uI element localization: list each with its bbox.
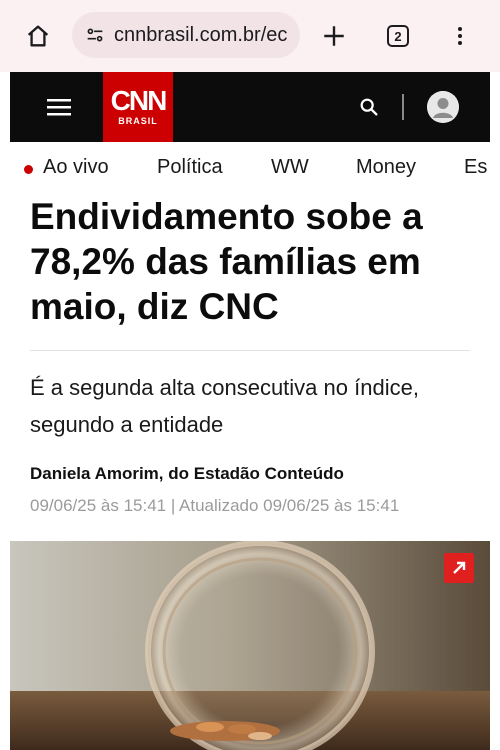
user-avatar-button[interactable] — [427, 91, 459, 123]
tab-count: 2 — [394, 28, 402, 44]
article-subtitle: É a segunda alta consecutiva no índice, … — [30, 375, 419, 437]
article-headline: Endividamento sobe a 78,2% das famílias … — [30, 196, 423, 327]
browser-toolbar: cnnbrasil.com.br/ec 2 — [0, 0, 500, 72]
cnn-brasil-logo[interactable]: CNN BRASIL — [103, 72, 173, 142]
logo-sub-text: BRASIL — [118, 116, 158, 126]
more-vert-icon — [458, 27, 462, 45]
nav-item-esportes[interactable]: Es — [464, 156, 487, 179]
search-button[interactable] — [356, 94, 382, 120]
browser-menu-button[interactable] — [442, 18, 478, 54]
search-icon — [360, 98, 378, 116]
headline-divider — [30, 350, 470, 351]
nav-item-politica[interactable]: Política — [157, 156, 223, 179]
article-byline[interactable]: Daniela Amorim, do Estadão Conteúdo — [30, 464, 344, 484]
jar-of-coins-image — [10, 541, 490, 750]
article-dateline: 09/06/25 às 15:41 | Atualizado 09/06/25 … — [30, 496, 400, 515]
live-indicator-icon — [24, 165, 33, 174]
section-nav: Ao vivo Política WW Money Es — [10, 142, 490, 194]
tab-switcher-button[interactable]: 2 — [380, 18, 416, 54]
article-image[interactable] — [10, 541, 490, 750]
header-divider — [402, 94, 404, 120]
tabs-icon: 2 — [387, 25, 409, 47]
nav-item-money[interactable]: Money — [356, 156, 416, 179]
nav-item-ww[interactable]: WW — [271, 156, 309, 179]
nav-item-ao-vivo[interactable]: Ao vivo — [43, 156, 109, 179]
site-settings-icon[interactable] — [82, 22, 108, 48]
hamburger-menu-icon — [47, 99, 71, 116]
plus-icon — [324, 26, 344, 46]
expand-image-button[interactable] — [444, 553, 474, 583]
new-tab-button[interactable] — [316, 18, 352, 54]
expand-arrow-icon — [453, 561, 466, 574]
address-bar[interactable]: cnnbrasil.com.br/ec — [72, 12, 300, 58]
home-icon — [27, 25, 49, 47]
site-header: CNN BRASIL — [10, 72, 490, 142]
user-avatar-icon — [427, 91, 459, 123]
hamburger-menu-button[interactable] — [44, 94, 74, 120]
home-button[interactable] — [20, 18, 56, 54]
logo-main-text: CNN — [110, 85, 168, 116]
url-text: cnnbrasil.com.br/ec — [114, 23, 288, 46]
